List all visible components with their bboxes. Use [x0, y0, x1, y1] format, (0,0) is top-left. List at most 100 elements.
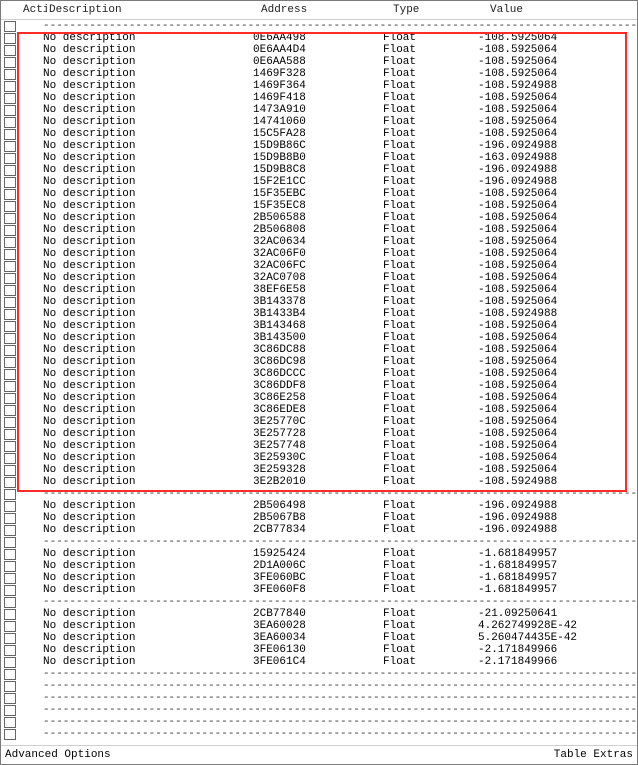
- table-row[interactable]: No description3FE060BCFloat-1.681849957: [1, 572, 637, 584]
- row-checkbox[interactable]: [4, 357, 16, 368]
- table-row[interactable]: No description3B1433B4Float-108.5924988: [1, 308, 637, 320]
- row-checkbox[interactable]: [4, 285, 16, 296]
- row-checkbox[interactable]: [4, 93, 16, 104]
- table-row[interactable]: No description3E2B2010Float-108.5924988: [1, 476, 637, 488]
- row-checkbox[interactable]: [4, 117, 16, 128]
- row-checkbox[interactable]: [4, 609, 16, 620]
- table-row[interactable]: No description14741060Float-108.5925064: [1, 116, 637, 128]
- table-row[interactable]: No description3E257748Float-108.5925064: [1, 440, 637, 452]
- table-row[interactable]: No description2B5067B8Float-196.0924988: [1, 512, 637, 524]
- row-checkbox[interactable]: [4, 441, 16, 452]
- header-active[interactable]: Acti: [21, 4, 47, 16]
- table-row[interactable]: No description3E257728Float-108.5925064: [1, 428, 637, 440]
- table-row[interactable]: No description32AC0634Float-108.5925064: [1, 236, 637, 248]
- table-row[interactable]: No description2B506588Float-108.5925064: [1, 212, 637, 224]
- row-checkbox[interactable]: [4, 297, 16, 308]
- row-checkbox[interactable]: [4, 489, 16, 500]
- table-row[interactable]: No description3C86E258Float-108.5925064: [1, 392, 637, 404]
- table-row[interactable]: No description3B143500Float-108.5925064: [1, 332, 637, 344]
- table-row[interactable]: No description3E25930CFloat-108.5925064: [1, 452, 637, 464]
- table-row[interactable]: No description15D9B8B0Float-163.0924988: [1, 152, 637, 164]
- header-type[interactable]: Type: [391, 4, 488, 16]
- table-row[interactable]: No description1469F364Float-108.5924988: [1, 80, 637, 92]
- row-checkbox[interactable]: [4, 621, 16, 632]
- table-row[interactable]: No description3EA60034Float5.260474435E-…: [1, 632, 637, 644]
- row-checkbox[interactable]: [4, 585, 16, 596]
- row-checkbox[interactable]: [4, 717, 16, 728]
- header-description[interactable]: Description: [47, 4, 259, 16]
- row-checkbox[interactable]: [4, 45, 16, 56]
- row-checkbox[interactable]: [4, 669, 16, 680]
- row-checkbox[interactable]: [4, 729, 16, 740]
- table-row[interactable]: No description3FE061C4Float-2.171849966: [1, 656, 637, 668]
- row-checkbox[interactable]: [4, 525, 16, 536]
- row-checkbox[interactable]: [4, 69, 16, 80]
- table-row[interactable]: No description1469F418Float-108.5925064: [1, 92, 637, 104]
- table-row[interactable]: No description2B506808Float-108.5925064: [1, 224, 637, 236]
- row-checkbox[interactable]: [4, 57, 16, 68]
- row-checkbox[interactable]: [4, 129, 16, 140]
- advanced-options-link[interactable]: Advanced Options: [5, 749, 111, 761]
- table-row[interactable]: No description3C86DCCCFloat-108.5925064: [1, 368, 637, 380]
- table-row[interactable]: No description3C86DC98Float-108.5925064: [1, 356, 637, 368]
- table-row[interactable]: No description2D1A006CFloat-1.681849957: [1, 560, 637, 572]
- row-checkbox[interactable]: [4, 657, 16, 668]
- row-checkbox[interactable]: [4, 81, 16, 92]
- row-checkbox[interactable]: [4, 633, 16, 644]
- row-checkbox[interactable]: [4, 153, 16, 164]
- table-row[interactable]: No description15D9B86CFloat-196.0924988: [1, 140, 637, 152]
- table-row[interactable]: No description3FE06130Float-2.171849966: [1, 644, 637, 656]
- table-row[interactable]: No description15F2E1CCFloat-196.0924988: [1, 176, 637, 188]
- table-row[interactable]: No description15C5FA28Float-108.5925064: [1, 128, 637, 140]
- row-checkbox[interactable]: [4, 141, 16, 152]
- row-checkbox[interactable]: [4, 345, 16, 356]
- table-row[interactable]: No description0E6AA4D4Float-108.5925064: [1, 44, 637, 56]
- row-checkbox[interactable]: [4, 453, 16, 464]
- row-checkbox[interactable]: [4, 273, 16, 284]
- row-checkbox[interactable]: [4, 513, 16, 524]
- row-checkbox[interactable]: [4, 33, 16, 44]
- row-checkbox[interactable]: [4, 249, 16, 260]
- row-checkbox[interactable]: [4, 213, 16, 224]
- table-row[interactable]: No description3EA60028Float4.262749928E-…: [1, 620, 637, 632]
- row-checkbox[interactable]: [4, 105, 16, 116]
- row-checkbox[interactable]: [4, 705, 16, 716]
- row-checkbox[interactable]: [4, 417, 16, 428]
- row-checkbox[interactable]: [4, 549, 16, 560]
- table-row[interactable]: No description0E6AA588Float-108.5925064: [1, 56, 637, 68]
- row-checkbox[interactable]: [4, 561, 16, 572]
- row-checkbox[interactable]: [4, 465, 16, 476]
- row-checkbox[interactable]: [4, 165, 16, 176]
- row-checkbox[interactable]: [4, 681, 16, 692]
- row-checkbox[interactable]: [4, 201, 16, 212]
- table-row[interactable]: No description15D9B8C8Float-196.0924988: [1, 164, 637, 176]
- row-checkbox[interactable]: [4, 261, 16, 272]
- row-checkbox[interactable]: [4, 393, 16, 404]
- row-checkbox[interactable]: [4, 693, 16, 704]
- table-row[interactable]: No description3E259328Float-108.5925064: [1, 464, 637, 476]
- table-row[interactable]: No description3B143378Float-108.5925064: [1, 296, 637, 308]
- table-extras-link[interactable]: Table Extras: [554, 749, 633, 761]
- header-value[interactable]: Value: [488, 4, 637, 16]
- table-row[interactable]: No description1469F328Float-108.5925064: [1, 68, 637, 80]
- row-checkbox[interactable]: [4, 405, 16, 416]
- table-row[interactable]: No description3C86EDE8Float-108.5925064: [1, 404, 637, 416]
- row-checkbox[interactable]: [4, 189, 16, 200]
- table-row[interactable]: No description38EF6E58Float-108.5925064: [1, 284, 637, 296]
- table-row[interactable]: No description3C86DC88Float-108.5925064: [1, 344, 637, 356]
- header-address[interactable]: Address: [259, 4, 391, 16]
- table-row[interactable]: No description32AC06FCFloat-108.5925064: [1, 260, 637, 272]
- row-checkbox[interactable]: [4, 645, 16, 656]
- row-checkbox[interactable]: [4, 501, 16, 512]
- row-checkbox[interactable]: [4, 429, 16, 440]
- table-row[interactable]: No description3B143468Float-108.5925064: [1, 320, 637, 332]
- row-checkbox[interactable]: [4, 309, 16, 320]
- row-checkbox[interactable]: [4, 177, 16, 188]
- row-checkbox[interactable]: [4, 369, 16, 380]
- table-row[interactable]: No description3FE060F8Float-1.681849957: [1, 584, 637, 596]
- row-checkbox[interactable]: [4, 381, 16, 392]
- table-row[interactable]: No description15925424Float-1.681849957: [1, 548, 637, 560]
- table-row[interactable]: No description32AC06F0Float-108.5925064: [1, 248, 637, 260]
- table-row[interactable]: No description0E6AA498Float-108.5925064: [1, 32, 637, 44]
- table-row[interactable]: No description15F35EBCFloat-108.5925064: [1, 188, 637, 200]
